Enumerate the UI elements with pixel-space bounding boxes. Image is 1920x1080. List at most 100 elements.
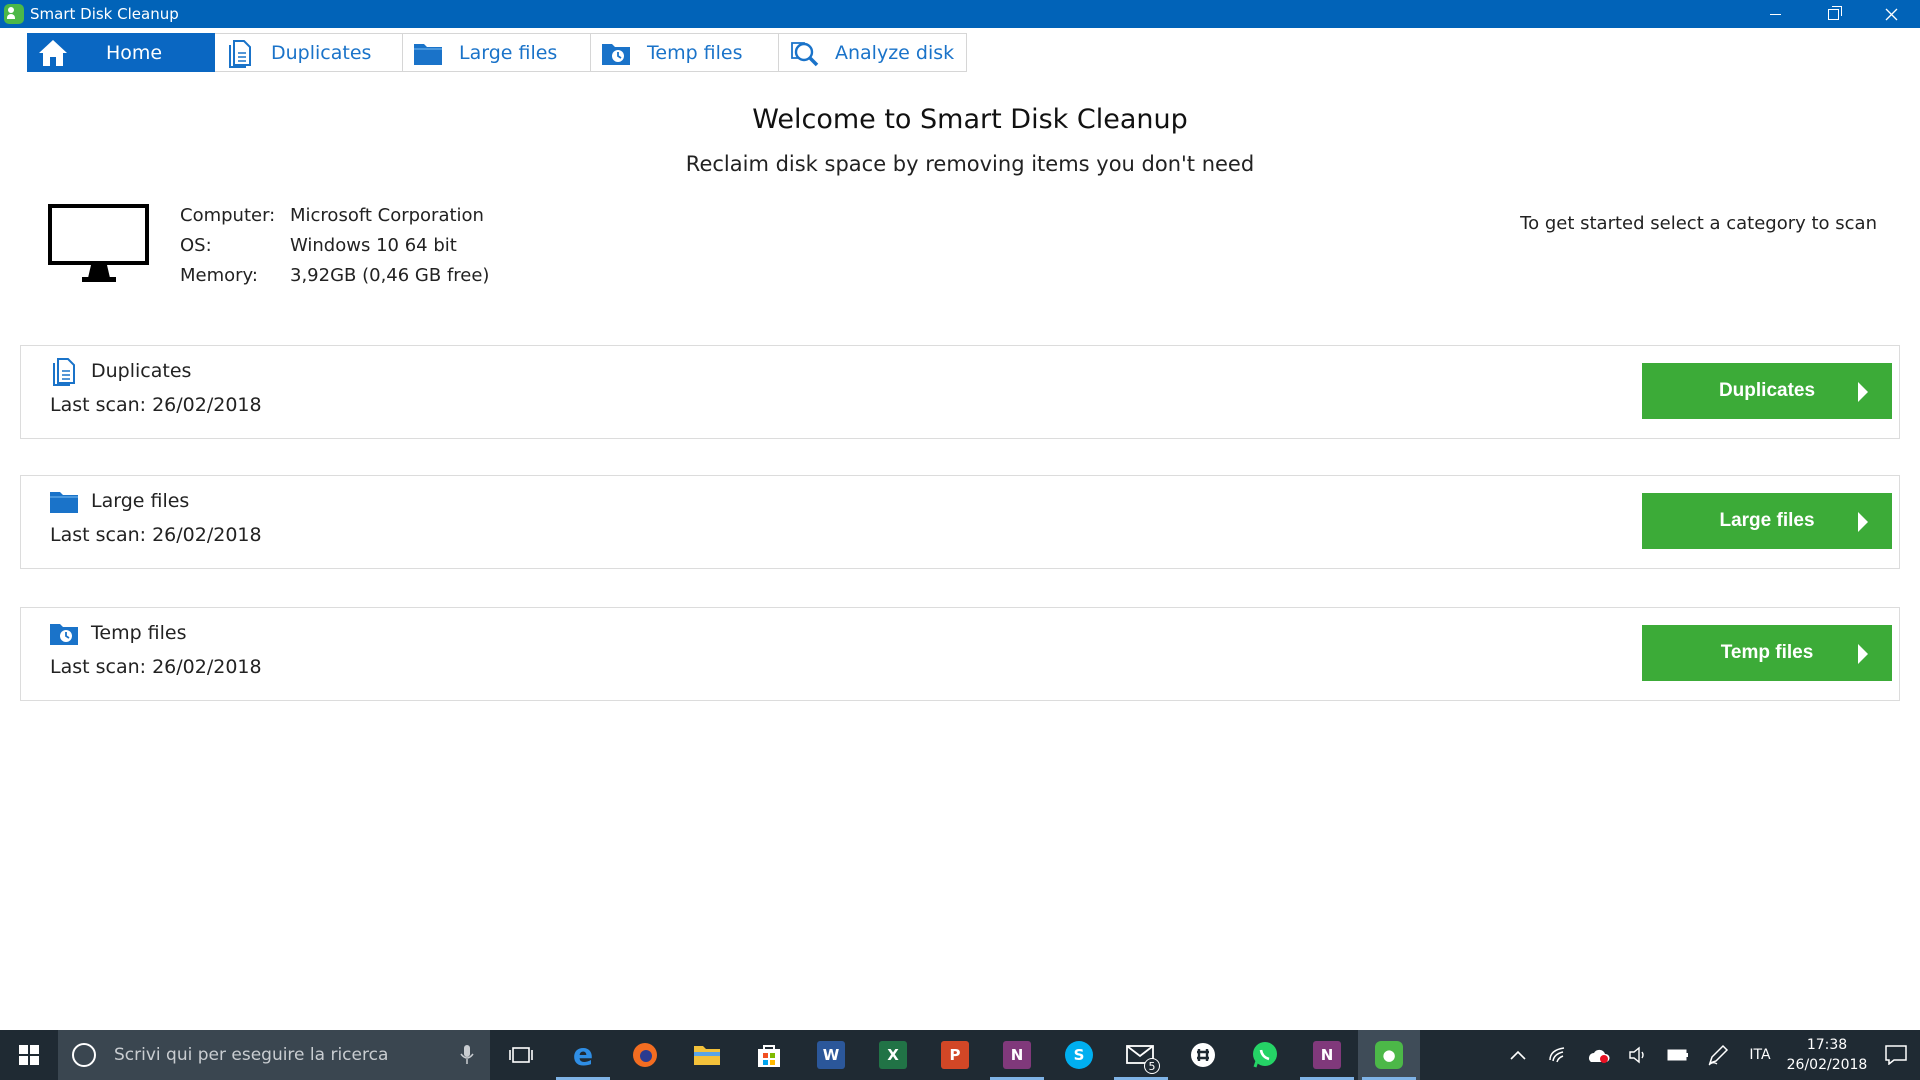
title-bar: Smart Disk Cleanup bbox=[0, 0, 1920, 28]
pen-workspace-button[interactable] bbox=[1698, 1030, 1738, 1080]
magnifier-icon bbox=[787, 38, 821, 68]
temp-folder-icon bbox=[599, 38, 633, 68]
whatsapp-icon bbox=[1253, 1042, 1277, 1068]
slack-icon bbox=[1191, 1043, 1215, 1067]
word-icon: W bbox=[817, 1041, 845, 1069]
category-card-large-files: Large files Last scan: 26/02/2018 Large … bbox=[20, 475, 1900, 569]
tab-analyze-disk[interactable]: Analyze disk bbox=[779, 33, 967, 72]
powerpoint-icon: P bbox=[941, 1041, 969, 1069]
tab-duplicates[interactable]: Duplicates bbox=[215, 33, 403, 72]
speaker-icon bbox=[1629, 1046, 1644, 1064]
taskbar-whatsapp[interactable] bbox=[1234, 1030, 1296, 1080]
system-info: Computer: Microsoft Corporation OS: Wind… bbox=[180, 200, 489, 290]
taskbar-onenote-2016[interactable]: N bbox=[1296, 1030, 1358, 1080]
category-card-temp-files: Temp files Last scan: 26/02/2018 Temp fi… bbox=[20, 607, 1900, 701]
taskbar-file-explorer[interactable] bbox=[676, 1030, 738, 1080]
close-button[interactable] bbox=[1862, 0, 1920, 28]
clock-date: 26/02/2018 bbox=[1786, 1057, 1868, 1073]
notification-icon bbox=[1885, 1045, 1907, 1065]
taskbar: Scrivi qui per eseguire la ricerca e W X… bbox=[0, 1030, 1920, 1080]
info-row-computer: Computer: Microsoft Corporation bbox=[180, 200, 489, 230]
info-value: 3,92GB (0,46 GB free) bbox=[290, 264, 490, 286]
card-title: Large files bbox=[91, 490, 190, 512]
close-icon bbox=[1885, 8, 1897, 20]
tab-home[interactable]: Home bbox=[27, 33, 215, 72]
restore-icon bbox=[1827, 5, 1842, 20]
system-tray: ITA 17:38 26/02/2018 bbox=[1498, 1030, 1920, 1080]
taskbar-search[interactable]: Scrivi qui per eseguire la ricerca bbox=[58, 1030, 490, 1080]
button-label: Duplicates bbox=[1718, 380, 1816, 401]
windows-logo-icon bbox=[19, 1045, 39, 1065]
arrow-right-icon bbox=[1858, 512, 1868, 532]
chevron-up-icon bbox=[1510, 1050, 1526, 1060]
taskbar-word[interactable]: W bbox=[800, 1030, 862, 1080]
volume-button[interactable] bbox=[1618, 1030, 1658, 1080]
onenote-2016-icon: N bbox=[1313, 1041, 1341, 1069]
window-controls bbox=[1746, 0, 1920, 28]
firefox-icon bbox=[633, 1043, 657, 1067]
last-scan-text: Last scan: 26/02/2018 bbox=[50, 656, 262, 678]
taskbar-clock[interactable]: 17:38 26/02/2018 bbox=[1782, 1035, 1872, 1075]
taskbar-smart-disk-cleanup[interactable]: ● bbox=[1358, 1030, 1420, 1080]
scan-large-files-button[interactable]: Large files bbox=[1642, 493, 1892, 549]
card-title: Temp files bbox=[91, 622, 187, 644]
microphone-icon[interactable] bbox=[460, 1044, 474, 1066]
taskbar-skype[interactable]: S bbox=[1048, 1030, 1110, 1080]
battery-button[interactable] bbox=[1658, 1030, 1698, 1080]
folder-icon bbox=[49, 486, 79, 516]
info-row-os: OS: Windows 10 64 bit bbox=[180, 230, 489, 260]
document-icon bbox=[223, 38, 257, 68]
cortana-icon bbox=[72, 1043, 96, 1067]
page-title: Welcome to Smart Disk Cleanup bbox=[752, 104, 1188, 135]
tab-bar: Home Duplicates Large files Temp files A… bbox=[27, 33, 967, 73]
button-label: Temp files bbox=[1720, 642, 1814, 663]
tab-temp-files[interactable]: Temp files bbox=[591, 33, 779, 72]
tab-label: Temp files bbox=[647, 41, 743, 64]
taskbar-store[interactable] bbox=[738, 1030, 800, 1080]
edge-icon: e bbox=[572, 1037, 594, 1073]
start-button[interactable] bbox=[0, 1030, 58, 1080]
minimize-icon bbox=[1769, 13, 1781, 15]
input-language-button[interactable]: ITA bbox=[1738, 1030, 1782, 1080]
home-icon bbox=[36, 38, 70, 68]
tab-label: Home bbox=[106, 41, 163, 64]
taskbar-onenote[interactable]: N bbox=[986, 1030, 1048, 1080]
minimize-button[interactable] bbox=[1746, 0, 1804, 28]
taskbar-excel[interactable]: X bbox=[862, 1030, 924, 1080]
taskbar-slack[interactable] bbox=[1172, 1030, 1234, 1080]
restore-button[interactable] bbox=[1804, 0, 1862, 28]
onedrive-button[interactable] bbox=[1578, 1030, 1618, 1080]
tab-label: Duplicates bbox=[271, 41, 372, 64]
taskbar-edge[interactable]: e bbox=[552, 1030, 614, 1080]
temp-folder-icon bbox=[49, 618, 79, 648]
taskbar-mail[interactable]: 5 bbox=[1110, 1030, 1172, 1080]
tab-label: Analyze disk bbox=[835, 41, 955, 64]
skype-icon: S bbox=[1065, 1041, 1093, 1069]
smart-disk-cleanup-icon: ● bbox=[1375, 1041, 1403, 1069]
task-view-icon bbox=[509, 1047, 533, 1063]
onenote-icon: N bbox=[1003, 1041, 1031, 1069]
last-scan-text: Last scan: 26/02/2018 bbox=[50, 394, 262, 416]
tab-large-files[interactable]: Large files bbox=[403, 33, 591, 72]
action-center-button[interactable] bbox=[1872, 1030, 1920, 1080]
network-button[interactable] bbox=[1538, 1030, 1578, 1080]
search-placeholder: Scrivi qui per eseguire la ricerca bbox=[114, 1045, 389, 1065]
card-header: Large files bbox=[49, 486, 189, 516]
category-card-duplicates: Duplicates Last scan: 26/02/2018 Duplica… bbox=[20, 345, 1900, 439]
folder-icon bbox=[411, 38, 445, 68]
info-label: Memory: bbox=[180, 264, 258, 286]
scan-temp-files-button[interactable]: Temp files bbox=[1642, 625, 1892, 681]
excel-icon: X bbox=[879, 1041, 907, 1069]
taskbar-firefox[interactable] bbox=[614, 1030, 676, 1080]
card-header: Temp files bbox=[49, 618, 187, 648]
task-view-button[interactable] bbox=[490, 1030, 552, 1080]
scan-duplicates-button[interactable]: Duplicates bbox=[1642, 363, 1892, 419]
arrow-right-icon bbox=[1858, 644, 1868, 664]
arrow-right-icon bbox=[1858, 382, 1868, 402]
taskbar-powerpoint[interactable]: P bbox=[924, 1030, 986, 1080]
show-hidden-icons-button[interactable] bbox=[1498, 1030, 1538, 1080]
monitor-icon bbox=[48, 204, 150, 284]
window-title: Smart Disk Cleanup bbox=[30, 5, 179, 23]
tab-label: Large files bbox=[459, 41, 558, 64]
info-value: Microsoft Corporation bbox=[290, 204, 484, 226]
